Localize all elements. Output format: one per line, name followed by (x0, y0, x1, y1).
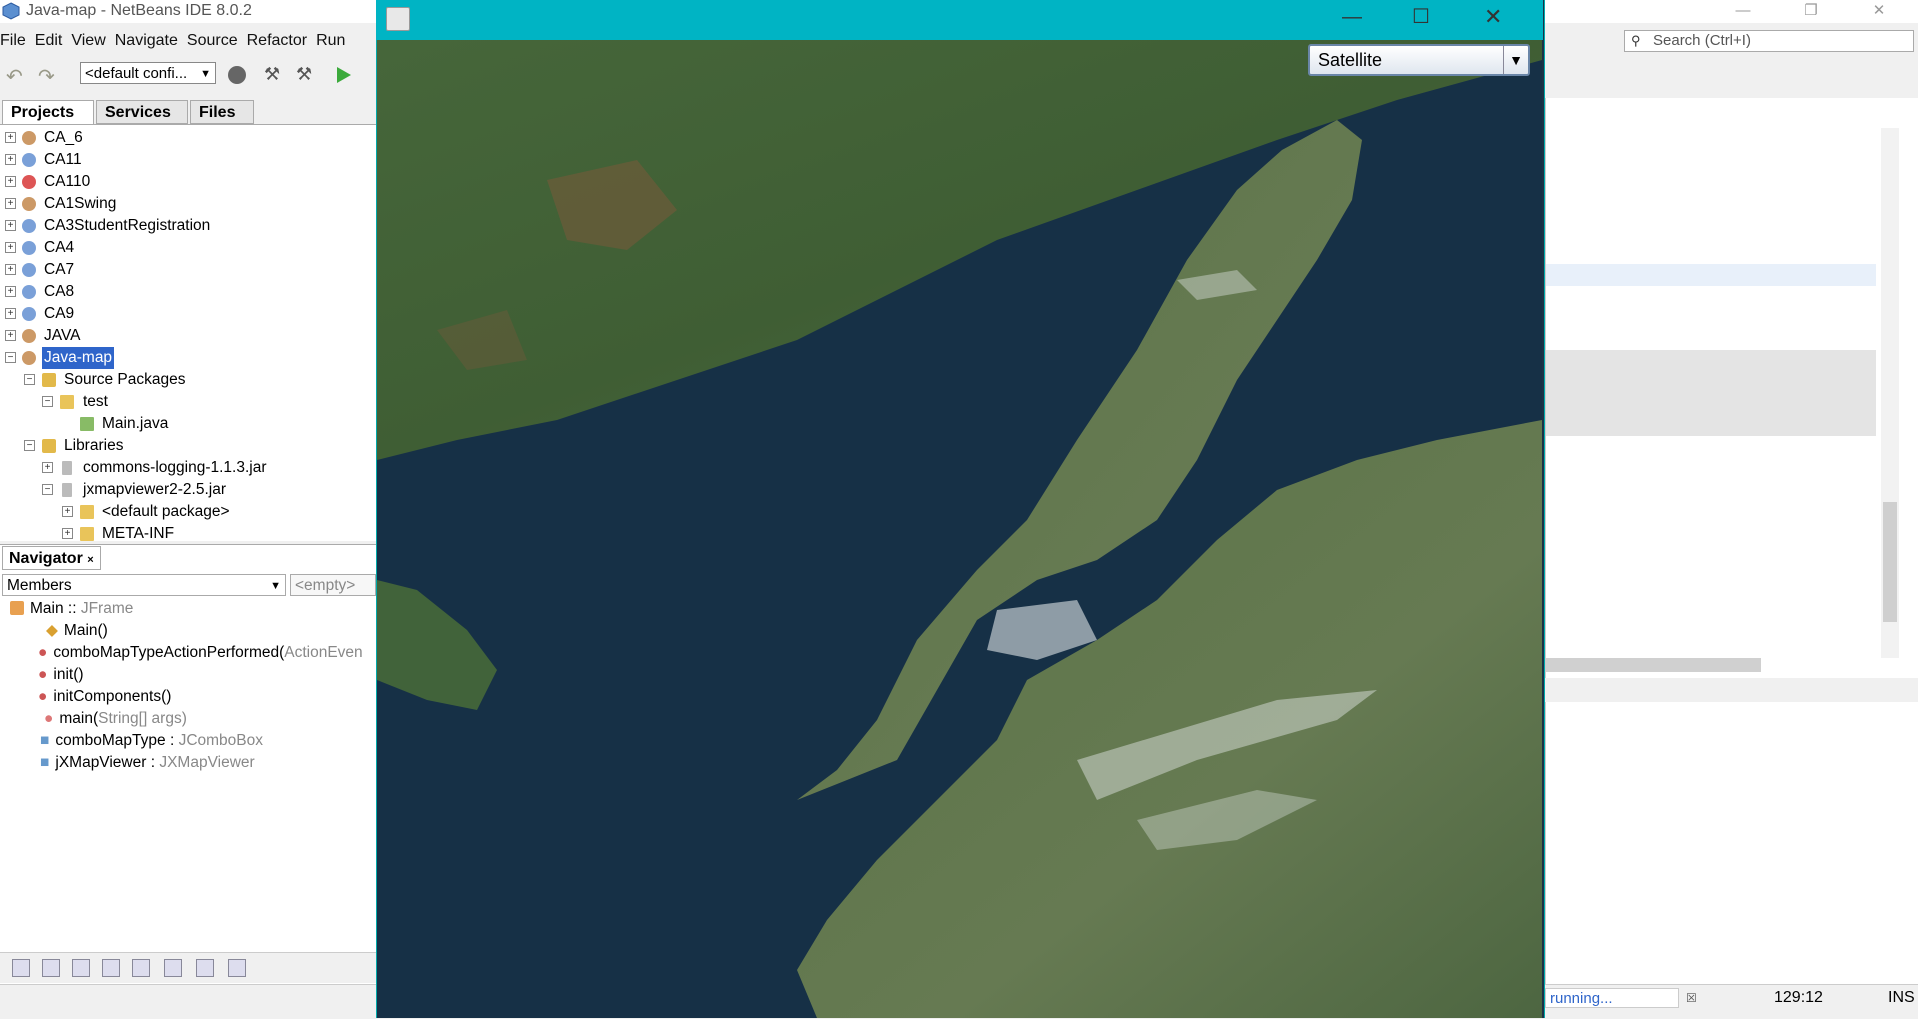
field-icon: ■ (40, 732, 50, 749)
map-type-select[interactable]: Satellite ▼ (1308, 44, 1530, 76)
navigator-item[interactable]: ● init() (38, 664, 84, 686)
class-icon (10, 601, 24, 615)
scrollbar-thumb[interactable] (1883, 502, 1897, 622)
project-tree: + CA_6 + CA11 + CA110 + CA1Swing + CA3Student… (0, 124, 376, 541)
globe-icon[interactable] (226, 64, 248, 86)
field-icon: ■ (40, 754, 50, 771)
editor-area[interactable] (1545, 98, 1918, 678)
build-icon[interactable]: ⚒ (264, 64, 286, 86)
show-private-icon[interactable] (102, 959, 120, 977)
run-icon[interactable] (332, 64, 354, 86)
method-icon: ● (38, 688, 48, 705)
current-line-highlight (1546, 264, 1876, 286)
map-window-title-bar: — ☐ ✕ (376, 0, 1543, 40)
undo-icon[interactable]: ↶ (6, 64, 28, 88)
menu-source[interactable]: Source (187, 32, 238, 49)
netbeans-logo-icon (2, 2, 20, 20)
method-icon: ● (38, 644, 48, 661)
navigator-root[interactable]: Main :: JFrame (10, 598, 133, 620)
chevron-down-icon: ▼ (1503, 46, 1528, 74)
chevron-down-icon: ▼ (270, 580, 281, 592)
navigator-item[interactable]: ◆ Main() (46, 620, 108, 642)
search-input[interactable]: ⚲ Search (Ctrl+I) (1624, 30, 1914, 52)
maximize-icon[interactable]: ☐ (1412, 4, 1430, 29)
show-inherited-icon[interactable] (12, 959, 30, 977)
menu-view[interactable]: View (71, 32, 105, 49)
caret-position: 129:12 (1774, 989, 1823, 1006)
ide-window-title: Java-map - NetBeans IDE 8.0.2 (26, 2, 252, 19)
map-type-value: Satellite (1318, 50, 1383, 70)
configuration-value: <default confi... (85, 65, 188, 82)
insert-mode: INS (1888, 989, 1915, 1006)
navigator-item[interactable]: ■ comboMapType : JComboBox (40, 730, 263, 752)
map-viewer[interactable] (377, 40, 1542, 1018)
output-panel (1545, 702, 1918, 984)
minimize-icon[interactable]: — (1342, 6, 1362, 29)
show-static-icon[interactable] (72, 959, 90, 977)
show-inner-classes-icon[interactable] (132, 959, 150, 977)
scope-select[interactable]: <empty> (290, 574, 376, 596)
close-icon[interactable]: ✕ (1856, 0, 1902, 23)
menu-file[interactable]: File (0, 32, 26, 49)
vertical-scrollbar[interactable] (1881, 128, 1899, 658)
navigator-item[interactable]: ● initComponents() (38, 686, 171, 708)
progress-bar: running... (1545, 988, 1679, 1008)
menu-run[interactable]: Run (316, 32, 345, 49)
navigator-toolbar (0, 952, 376, 983)
search-icon: ⚲ (1631, 33, 1641, 48)
menu-bar: File Edit View Navigate Source Refactor Run (0, 32, 354, 54)
members-filter-select[interactable]: Members ▼ (2, 574, 286, 596)
menu-navigate[interactable]: Navigate (115, 32, 178, 49)
tab-navigator[interactable]: Navigator × (2, 546, 101, 570)
minimize-icon[interactable]: — (1720, 0, 1766, 23)
members-filter-value: Members (7, 577, 72, 594)
close-icon[interactable]: ✕ (1484, 4, 1502, 30)
menu-refactor[interactable]: Refactor (247, 32, 307, 49)
navigator-item[interactable]: ■ jXMapViewer : JXMapViewer (40, 752, 255, 774)
search-placeholder: Search (Ctrl+I) (1653, 32, 1751, 49)
static-method-icon: ● (44, 710, 54, 727)
navigator-item[interactable]: ● comboMapTypeActionPerformed(ActionEven (38, 642, 363, 664)
cancel-progress-icon[interactable]: ☒ (1686, 991, 1697, 1005)
tab-projects[interactable]: Projects × (2, 100, 94, 144)
chevron-down-icon: ▼ (200, 68, 211, 80)
tab-files[interactable]: Files (190, 100, 254, 124)
sort-by-source-icon[interactable] (164, 959, 182, 977)
redo-icon[interactable]: ↷ (38, 64, 60, 88)
horizontal-scrollbar[interactable] (1546, 658, 1761, 672)
method-icon: ● (38, 666, 48, 683)
sort-icon[interactable] (228, 959, 246, 977)
restore-icon[interactable]: ❐ (1788, 0, 1834, 23)
show-fields-icon[interactable] (42, 959, 60, 977)
java-app-icon (386, 7, 410, 31)
configuration-select[interactable]: <default confi... ▼ (80, 62, 216, 84)
clean-build-icon[interactable]: ⚒ (296, 64, 318, 86)
constructor-icon: ◆ (46, 622, 58, 639)
sort-by-name-icon[interactable] (196, 959, 214, 977)
menu-edit[interactable]: Edit (35, 32, 63, 49)
tab-services[interactable]: Services (96, 100, 188, 124)
code-fold-highlight (1546, 350, 1876, 436)
navigator-item[interactable]: ● main(String[] args) (44, 708, 187, 730)
